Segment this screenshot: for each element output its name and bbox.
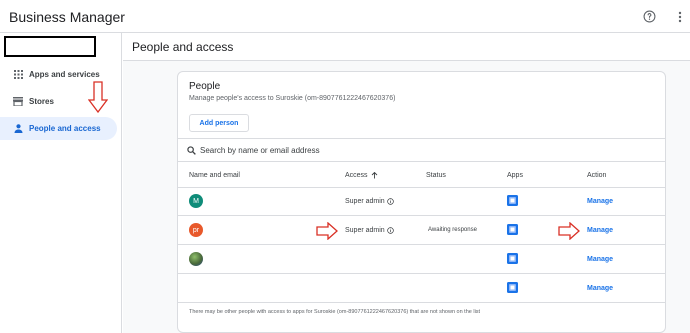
- person-icon: [10, 123, 26, 135]
- sidebar-item-label: Apps and services: [29, 70, 100, 79]
- people-card: People Manage people's access to Suroski…: [177, 71, 666, 333]
- google-app-icon: [507, 253, 518, 264]
- access-cell: Super admin: [345, 198, 394, 205]
- column-header-apps: Apps: [507, 172, 523, 179]
- sidebar-item-label: People and access: [29, 124, 101, 133]
- apps-grid-icon: [10, 69, 26, 81]
- footer-note: There may be other people with access to…: [189, 309, 481, 315]
- google-app-icon: [507, 282, 518, 293]
- manage-link[interactable]: Manage: [587, 227, 613, 234]
- manage-link[interactable]: Manage: [587, 256, 613, 263]
- sidebar-item-people-and-access[interactable]: People and access: [0, 117, 117, 140]
- table-row: Manage: [178, 274, 665, 303]
- column-header-name: Name and email: [189, 172, 240, 179]
- info-icon[interactable]: [386, 198, 394, 205]
- column-header-status: Status: [426, 172, 446, 179]
- avatar-photo: [189, 252, 203, 266]
- status-cell: Awaiting response: [428, 227, 477, 233]
- annotation-arrow-right-icon: [316, 222, 338, 240]
- page-title: People and access: [132, 40, 234, 54]
- table-row: M Super admin Manage: [178, 187, 665, 216]
- table-row: pr Super admin Awaiting response Manage: [178, 216, 665, 245]
- access-label: Super admin: [345, 227, 385, 234]
- redacted-store-selector[interactable]: [4, 36, 96, 57]
- app-title: Business Manager: [9, 9, 125, 25]
- annotation-arrow-down-icon: [88, 81, 108, 113]
- sidebar: Apps and services Stores People and acce…: [0, 33, 122, 333]
- column-header-access[interactable]: Access: [345, 172, 378, 179]
- store-icon: [10, 96, 26, 108]
- annotation-arrow-right-icon: [558, 222, 580, 240]
- main-content: People and access People Manage people's…: [123, 33, 690, 333]
- search-bar: [178, 138, 665, 162]
- access-cell: Super admin: [345, 227, 394, 234]
- card-title: People: [189, 81, 221, 92]
- page-header: People and access: [123, 33, 690, 61]
- google-app-icon: [507, 224, 518, 235]
- column-header-access-label: Access: [345, 172, 368, 179]
- info-icon[interactable]: [386, 227, 394, 234]
- search-input[interactable]: [200, 143, 580, 158]
- help-icon[interactable]: [643, 10, 656, 23]
- card-subtitle: Manage people's access to Suroskie (om-8…: [189, 95, 396, 102]
- google-app-icon: [507, 195, 518, 206]
- add-person-button[interactable]: Add person: [189, 114, 249, 132]
- manage-link[interactable]: Manage: [587, 285, 613, 292]
- more-vert-icon[interactable]: [678, 11, 682, 23]
- manage-link[interactable]: Manage: [587, 198, 613, 205]
- search-icon: [187, 146, 196, 155]
- column-header-action: Action: [587, 172, 607, 179]
- avatar: M: [189, 194, 203, 208]
- sidebar-item-label: Stores: [29, 97, 54, 106]
- table-row: Manage: [178, 245, 665, 274]
- sort-arrow-up-icon: [371, 172, 377, 179]
- access-label: Super admin: [345, 198, 385, 205]
- top-app-bar: Business Manager: [0, 0, 690, 33]
- avatar: pr: [189, 223, 203, 237]
